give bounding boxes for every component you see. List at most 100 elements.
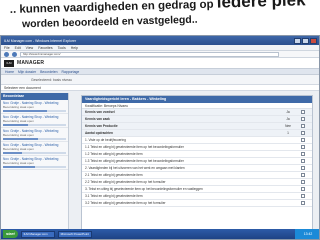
progress-bar (3, 124, 66, 126)
assessment-row-label: 1. Visie op de bedrijfsvoering (85, 138, 126, 142)
assessment-row-label: 3. Tekst en uitleg bij geselecteerde ite… (85, 187, 203, 191)
back-icon[interactable] (4, 51, 9, 57)
assessment-row-label: Aantal opdrachten (85, 131, 113, 135)
assessment-rows: Kennis van voedsel Ja Kennis van zaak Ja Ken… (82, 109, 312, 207)
breadcrumb: Selecteer een document (1, 85, 319, 91)
assessment-row-check-cell (297, 117, 309, 121)
assessment-checkbox[interactable] (301, 187, 305, 191)
start-button[interactable]: start (3, 230, 18, 238)
assessment-row-check-cell (297, 166, 309, 170)
sidebar-item[interactable]: Nov. Grotje - Naiming Shop - Winkeling Be… (1, 114, 68, 128)
tab-dossier[interactable]: Mijn dossier (18, 70, 36, 74)
assessment-row-check-cell (297, 110, 309, 114)
assessment-panel: Vaardigheidsgericht leren - Bakkers - Wi… (81, 95, 313, 231)
assessment-row-check-cell (297, 131, 309, 135)
assessment-row: 3. Tekst en uitleg bij geselecteerde ite… (82, 186, 312, 193)
assessment-checkbox[interactable] (301, 124, 305, 128)
assessment-row-label: 3.1 Tekst en uitleg bij geselecteerde it… (85, 194, 143, 198)
assessment-row: 1.2 Tekst en uitleg bij geselecteerde it… (82, 151, 312, 158)
assessment-row-label: 2.1 Tekst en uitleg bij geselecteerde it… (85, 173, 143, 177)
assessment-row: 1.1 Tekst en uitleg bij geselecteerde it… (82, 144, 312, 151)
window-controls (294, 37, 319, 44)
progress-bar (3, 110, 66, 112)
assessment-row: Kennis van Productie Nee (82, 123, 312, 130)
assessment-row: 2.2 Tekst en uitleg bij geselecteerde it… (82, 179, 312, 186)
assessment-row-check-cell (297, 145, 309, 149)
selection-info: Geselecteerd: basis niveau (1, 75, 319, 85)
sidebar-item-status: Beoordeling staat open (3, 147, 34, 151)
assessment-row-value: Ja (286, 117, 290, 121)
menu-view[interactable]: View (26, 46, 34, 50)
assessment-row: Kennis van voedsel Ja (82, 109, 312, 116)
sidebar-item[interactable]: Nov. Grotje - Naiming Shop - Winkeling Be… (1, 128, 68, 142)
assessment-row: 3.1 Tekst en uitleg bij geselecteerde it… (82, 193, 312, 200)
assessment-row-label: Kennis van voedsel (85, 110, 115, 114)
taskbar-button-browser[interactable]: ILM Manager.com (20, 230, 55, 238)
app-logo-text: MANAGER (17, 60, 45, 66)
sidebar-heading: Beoordelaar (1, 93, 68, 100)
assessment-checkbox[interactable] (301, 152, 305, 156)
main-area: Beoordelaar Nov. Grotje - Naiming Shop -… (1, 93, 319, 231)
progress-bar (3, 166, 66, 168)
window-titlebar: ILM Manager.com - Windows Internet Explo… (1, 36, 319, 45)
assessment-row-value: Nee (285, 124, 291, 128)
sidebar-list: Nov. Grotje - Naiming Shop - Winkeling Be… (1, 100, 68, 170)
progress-bar-fill (3, 166, 35, 168)
assessment-row-label: 1.3 Tekst en uitleg bij geselecteerde it… (85, 159, 184, 163)
content-area: Vaardigheidsgericht leren - Bakkers - Wi… (69, 93, 319, 231)
sidebar-item-status: Beoordeling staat open (3, 133, 34, 137)
assessment-checkbox[interactable] (301, 145, 305, 149)
taskbar-clock: 13:42 (295, 229, 319, 239)
assessment-checkbox[interactable] (301, 131, 305, 135)
assessment-checkbox[interactable] (301, 194, 305, 198)
assessment-checkbox[interactable] (301, 180, 305, 184)
sidebar-item[interactable]: Nov. Grotje - Naiming Shop - Winkeling Be… (1, 142, 68, 156)
slide-caption: .. kunnen vaardigheden en gedrag op iede… (10, 0, 310, 30)
menu-edit[interactable]: Edit (15, 46, 21, 50)
progress-bar (3, 138, 66, 140)
maximize-icon[interactable] (302, 37, 309, 44)
assessment-checkbox[interactable] (301, 166, 305, 170)
menu-help[interactable]: Help (71, 46, 78, 50)
assessment-checkbox[interactable] (301, 173, 305, 177)
assessment-row-check-cell (297, 187, 309, 191)
menu-favorites[interactable]: Favorites (38, 46, 52, 50)
assessment-row: 2. Vaardigheden bij het uitvoeren van he… (82, 165, 312, 172)
menu-file[interactable]: File (4, 46, 10, 50)
forward-icon[interactable] (12, 51, 17, 57)
assessment-row-label: 1.1 Tekst en uitleg bij geselecteerde it… (85, 145, 184, 149)
app-screenshot: ILM Manager.com - Windows Internet Explo… (0, 35, 320, 240)
assessment-row-check-cell (297, 124, 309, 128)
assessment-checkbox[interactable] (301, 201, 305, 205)
assessment-row: 1. Visie op de bedrijfsvoering (82, 137, 312, 144)
assessment-row-label: 2.2 Tekst en uitleg bij geselecteerde it… (85, 180, 166, 184)
assessment-checkbox[interactable] (301, 110, 305, 114)
sidebar-item[interactable]: Nov. Grotje - Naiming Shop - Winkeling Be… (1, 100, 68, 114)
panel-heading: Vaardigheidsgericht leren - Bakkers - Wi… (82, 96, 312, 103)
progress-bar-fill (3, 152, 22, 154)
assessment-row-value: Ja (286, 110, 290, 114)
app-logo: ILM (4, 59, 14, 67)
close-icon[interactable] (310, 37, 317, 44)
tab-home[interactable]: Home (5, 70, 14, 74)
assessment-row: 2.1 Tekst en uitleg bij geselecteerde it… (82, 172, 312, 179)
sidebar-item-status: Beoordeling staat open (3, 161, 34, 165)
taskbar-button-powerpoint[interactable]: Microsoft PowerPoint (57, 230, 92, 238)
sidebar-item[interactable]: Nov. Grotje - Naiming Shop - Winkeling Be… (1, 156, 68, 170)
window-title: ILM Manager.com - Windows Internet Explo… (4, 38, 77, 43)
assessment-row: 3.2 Tekst en uitleg bij geselecteerde it… (82, 200, 312, 207)
assessment-row-check-cell (297, 152, 309, 156)
tab-rapportage[interactable]: Rapportage (62, 70, 80, 74)
tab-beoordelen[interactable]: Beoordelen (40, 70, 57, 74)
assessment-checkbox[interactable] (301, 138, 305, 142)
windows-taskbar: start ILM Manager.com Microsoft PowerPoi… (1, 229, 319, 239)
caption-line-1-emphasis: iedere plek (216, 0, 306, 12)
sidebar-item-status: Beoordeling staat open (3, 105, 34, 109)
assessment-row: 1.3 Tekst en uitleg bij geselecteerde it… (82, 158, 312, 165)
minimize-icon[interactable] (294, 37, 301, 44)
assessment-checkbox[interactable] (301, 117, 305, 121)
address-input[interactable]: http://www.ilmmanager.com/ (20, 51, 279, 57)
assessment-row: Kennis van zaak Ja (82, 116, 312, 123)
assessment-checkbox[interactable] (301, 159, 305, 163)
menu-tools[interactable]: Tools (58, 46, 66, 50)
